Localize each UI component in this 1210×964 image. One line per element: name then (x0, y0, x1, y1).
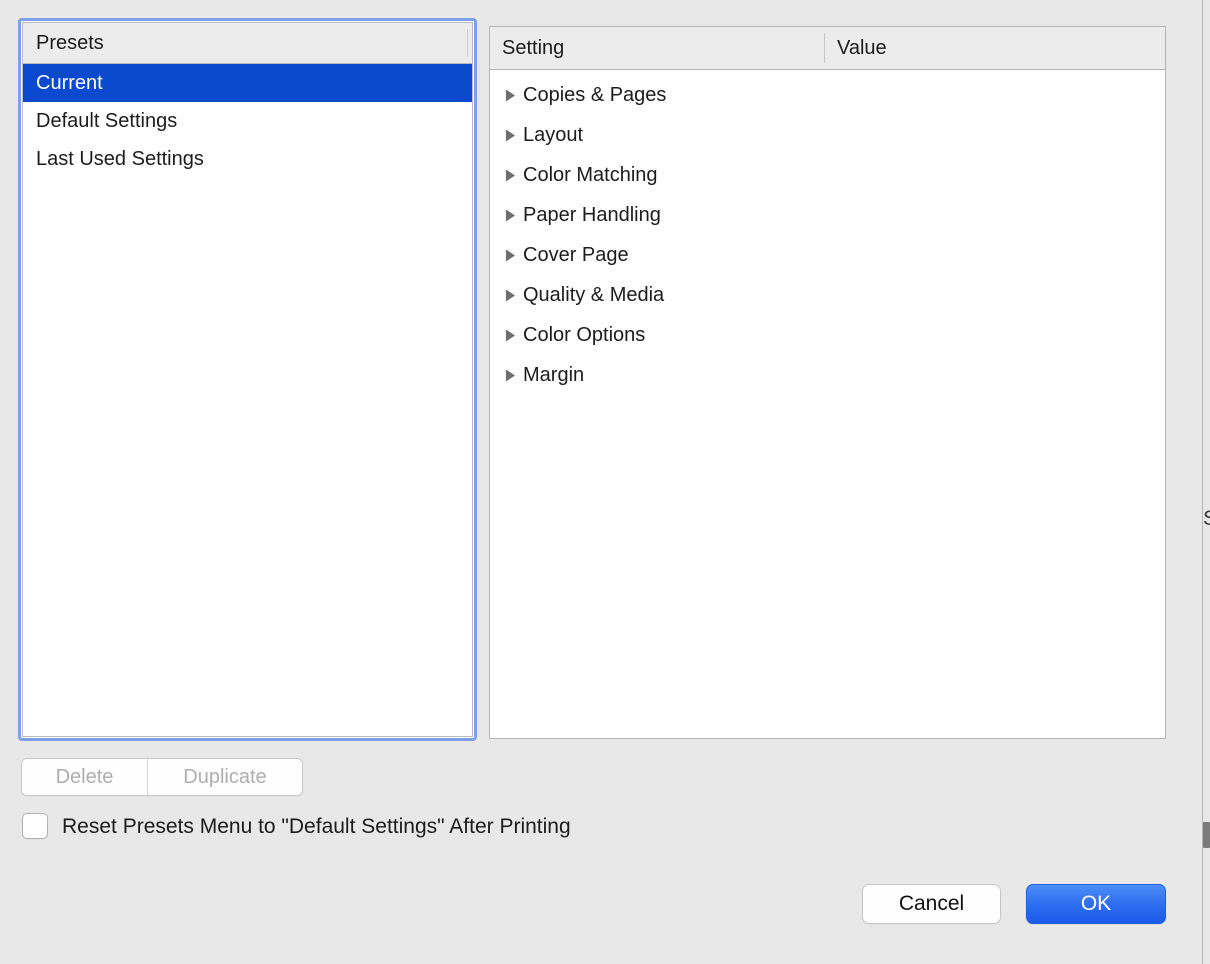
disclosure-triangle-right-icon[interactable] (501, 206, 519, 224)
presets-list[interactable]: Current Default Settings Last Used Setti… (23, 64, 472, 178)
preset-item-label: Current (36, 72, 103, 94)
cancel-button[interactable]: Cancel (862, 884, 1001, 924)
disclosure-triangle-right-icon[interactable] (501, 366, 519, 384)
background-window-clipped-control (1203, 822, 1210, 848)
disclosure-triangle-right-icon[interactable] (501, 126, 519, 144)
preset-item-last-used-settings[interactable]: Last Used Settings (23, 140, 472, 178)
duplicate-preset-label: Duplicate (183, 766, 267, 788)
background-window-clipped-text: S (1203, 506, 1210, 532)
presets-header-divider (467, 29, 468, 57)
setting-name: Quality & Media (523, 284, 665, 306)
disclosure-triangle-right-icon[interactable] (501, 86, 519, 104)
preset-item-current[interactable]: Current (23, 64, 472, 102)
table-row[interactable]: Copies & Pages (490, 75, 1165, 115)
column-header-setting[interactable]: Setting (490, 38, 824, 58)
presets-list-header: Presets (23, 23, 472, 64)
cancel-button-label: Cancel (898, 892, 965, 915)
background-window-edge (1202, 0, 1203, 964)
preset-item-label: Default Settings (36, 110, 178, 132)
setting-name: Layout (523, 124, 584, 146)
table-row[interactable]: Color Matching (490, 155, 1165, 195)
print-presets-dialog: S Presets Current Default Settings Last … (0, 0, 1210, 964)
reset-presets-checkbox-row[interactable]: Reset Presets Menu to "Default Settings"… (22, 813, 571, 839)
table-row[interactable]: Cover Page (490, 235, 1165, 275)
disclosure-triangle-right-icon[interactable] (501, 326, 519, 344)
preset-item-label: Last Used Settings (36, 148, 204, 170)
preset-item-default-settings[interactable]: Default Settings (23, 102, 472, 140)
delete-preset-button[interactable]: Delete (22, 759, 147, 795)
disclosure-triangle-right-icon[interactable] (501, 166, 519, 184)
table-row[interactable]: Layout (490, 115, 1165, 155)
setting-name: Copies & Pages (523, 84, 667, 106)
ok-button-label: OK (1080, 892, 1112, 915)
duplicate-preset-button[interactable]: Duplicate (147, 759, 302, 795)
settings-table-body: Copies & Pages Layout Color Matching Pap… (490, 70, 1165, 395)
setting-name: Paper Handling (523, 204, 661, 226)
disclosure-triangle-right-icon[interactable] (501, 286, 519, 304)
column-divider[interactable] (824, 33, 825, 63)
delete-preset-label: Delete (55, 766, 114, 788)
disclosure-triangle-right-icon[interactable] (501, 246, 519, 264)
setting-name: Cover Page (523, 244, 629, 266)
ok-button[interactable]: OK (1026, 884, 1166, 924)
table-row[interactable]: Margin (490, 355, 1165, 395)
setting-name: Color Options (523, 324, 646, 346)
presets-panel-inner: Presets Current Default Settings Last Us… (22, 22, 473, 737)
preset-actions-segmented-control: Delete Duplicate (21, 758, 303, 796)
presets-panel: Presets Current Default Settings Last Us… (18, 18, 477, 741)
table-row[interactable]: Paper Handling (490, 195, 1165, 235)
setting-name: Color Matching (523, 164, 658, 186)
settings-table-header: Setting Value (490, 27, 1165, 70)
column-header-value[interactable]: Value (824, 38, 887, 58)
presets-column-header: Presets (36, 32, 104, 54)
settings-table-panel: Setting Value Copies & Pages Layout Colo… (489, 26, 1166, 739)
table-row[interactable]: Quality & Media (490, 275, 1165, 315)
table-row[interactable]: Color Options (490, 315, 1165, 355)
setting-name: Margin (523, 364, 585, 386)
reset-presets-checkbox-label: Reset Presets Menu to "Default Settings"… (62, 814, 571, 838)
reset-presets-checkbox[interactable] (22, 813, 48, 839)
